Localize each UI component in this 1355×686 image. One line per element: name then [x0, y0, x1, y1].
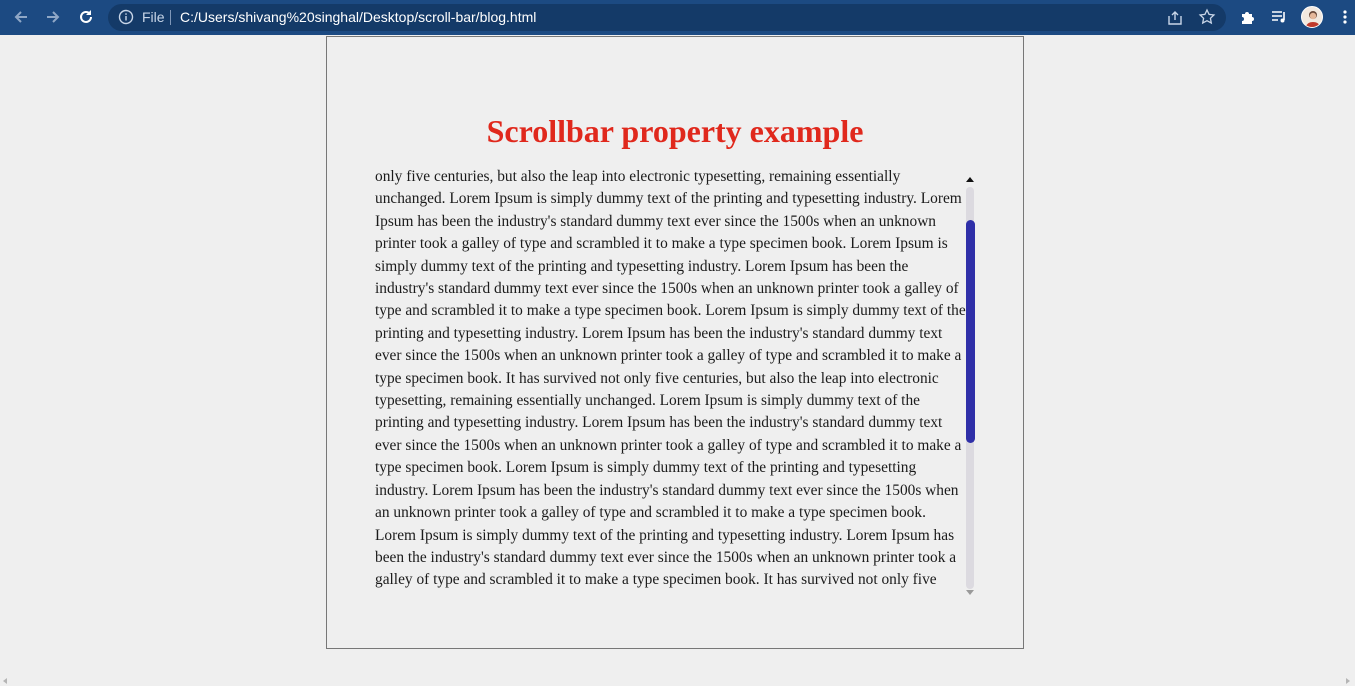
menu-icon[interactable] [1333, 5, 1355, 29]
scroll-left-arrow-icon[interactable] [3, 678, 7, 684]
scrollbar-thumb[interactable] [966, 220, 975, 443]
profile-avatar[interactable] [1301, 6, 1323, 28]
reading-list-icon[interactable] [1267, 5, 1291, 29]
paragraph: only five centuries, but also the leap i… [375, 168, 966, 595]
page-title: Scrollbar property example [486, 113, 864, 149]
url-text[interactable]: C:/Users/shivang%20singhal/Desktop/scrol… [180, 9, 536, 26]
share-icon[interactable] [1166, 9, 1184, 27]
forward-icon[interactable] [41, 5, 65, 29]
content-container: Scrollbar property example only five cen… [326, 36, 1024, 649]
reload-icon[interactable] [74, 5, 98, 29]
scroll-down-arrow-icon[interactable] [966, 590, 974, 595]
address-divider [170, 10, 171, 25]
info-icon[interactable] [118, 9, 134, 25]
scroll-up-arrow-icon[interactable] [966, 177, 974, 182]
bookmark-star-icon[interactable] [1198, 8, 1216, 26]
browser-toolbar: File C:/Users/shivang%20singhal/Desktop/… [0, 0, 1355, 35]
url-scheme-label: File [142, 9, 165, 25]
scroll-right-arrow-icon[interactable] [1346, 678, 1350, 684]
address-bar[interactable]: File C:/Users/shivang%20singhal/Desktop/… [108, 4, 1226, 31]
page-horizontal-scrollbar[interactable] [0, 676, 1355, 686]
extensions-icon[interactable] [1235, 5, 1259, 29]
scrollable-text-box[interactable]: only five centuries, but also the leap i… [375, 167, 979, 595]
scroll-text-content: only five centuries, but also the leap i… [375, 167, 967, 595]
vertical-scrollbar[interactable] [965, 177, 975, 597]
back-icon[interactable] [9, 5, 33, 29]
